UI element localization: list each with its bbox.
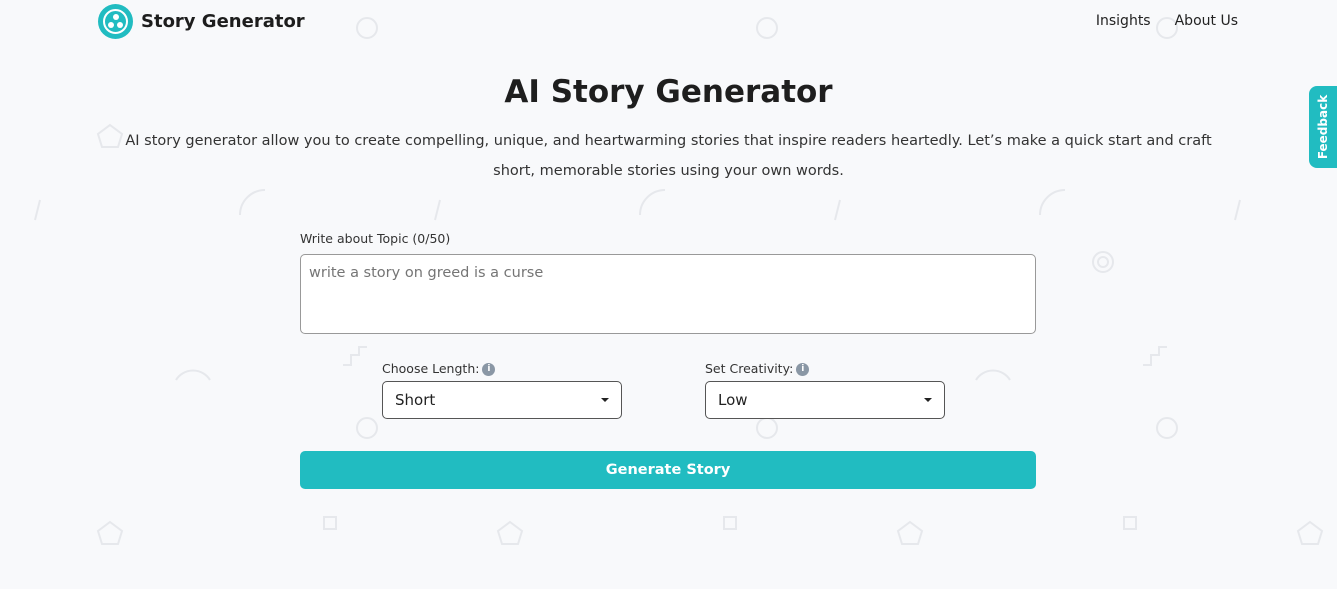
- top-nav: Insights About Us: [1096, 13, 1238, 29]
- length-label: Choose Length:: [382, 361, 480, 376]
- info-icon[interactable]: i: [482, 363, 496, 376]
- topic-label: Write about Topic (0/50): [300, 231, 451, 246]
- creativity-label-row: Set Creativity: i: [705, 361, 810, 376]
- length-label-row: Choose Length: i: [382, 361, 496, 376]
- caret-down-icon: [601, 398, 609, 402]
- feedback-label: Feedback: [1316, 94, 1331, 160]
- three-dots-circle-icon: [98, 4, 133, 39]
- generate-story-button[interactable]: Generate Story: [300, 451, 1036, 489]
- creativity-label: Set Creativity:: [705, 361, 794, 376]
- caret-down-icon: [924, 398, 932, 402]
- nav-insights[interactable]: Insights: [1096, 13, 1151, 29]
- feedback-tab[interactable]: Feedback: [1309, 86, 1337, 168]
- nav-about-us[interactable]: About Us: [1175, 13, 1238, 29]
- brand-logo[interactable]: Story Generator: [98, 4, 305, 39]
- brand-name: Story Generator: [141, 11, 305, 32]
- header: Story Generator Insights About Us: [0, 0, 1337, 44]
- topic-input[interactable]: [300, 254, 1036, 334]
- page-title: AI Story Generator: [504, 74, 833, 110]
- creativity-value: Low: [718, 391, 748, 409]
- info-icon[interactable]: i: [796, 363, 810, 376]
- creativity-select[interactable]: Low: [705, 381, 945, 419]
- page-description: AI story generator allow you to create c…: [125, 133, 1212, 179]
- length-value: Short: [395, 391, 436, 409]
- length-select[interactable]: Short: [382, 381, 622, 419]
